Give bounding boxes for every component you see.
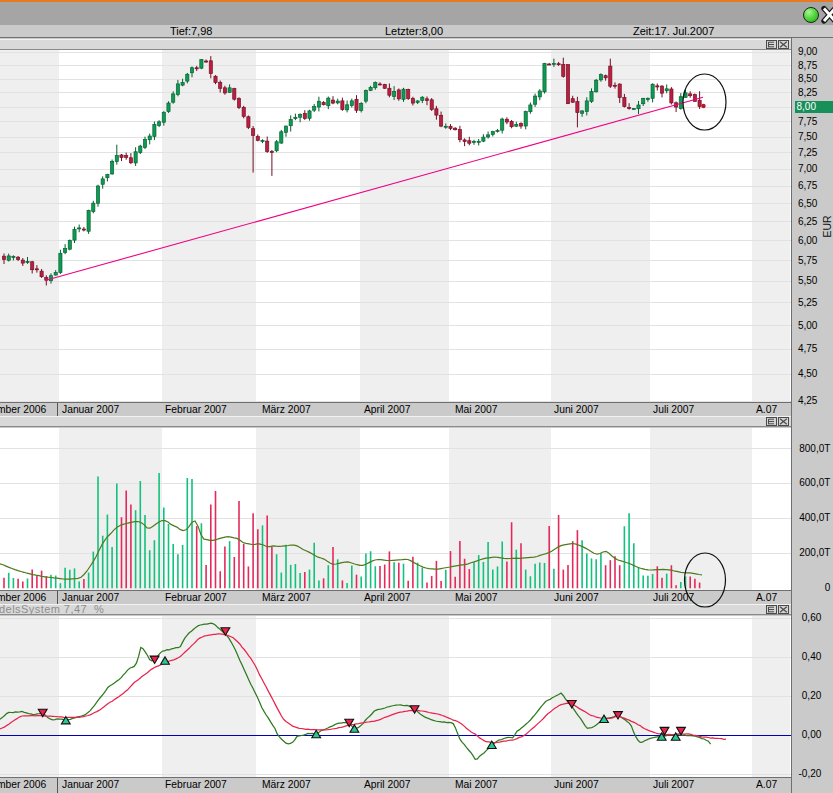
time-axis-label: Juli 2007 (653, 592, 694, 604)
time-axis-label: März 2007 (262, 404, 311, 416)
time-axis-label: Februar 2007 (165, 404, 227, 416)
close-icon (779, 41, 788, 48)
indicator-axis-label: 0,00 (797, 730, 822, 740)
volume-axis-label: 200,0T (797, 548, 831, 558)
price-axis-label: 8,50 (797, 74, 818, 84)
time-axis-label: mber 2006 (0, 779, 46, 791)
time-axis-label: Januar 2007 (62, 779, 119, 791)
price-axis-label: 4,75 (797, 344, 818, 354)
time-axis-label: Mai 2007 (455, 592, 497, 604)
price-axis-label: 8,75 (797, 61, 818, 71)
price-chart-plot[interactable] (0, 50, 791, 402)
price-axis-label: 5,25 (797, 298, 818, 308)
last-price-tag: 8,00 (795, 101, 833, 114)
close-icon (779, 418, 788, 425)
price-axis-label: 7,50 (797, 132, 818, 142)
volume-pane-header (0, 416, 791, 427)
properties-icon (767, 606, 776, 613)
indicator-pane-title: delsSystem 7,47 % (0, 604, 104, 615)
price-axis-label: 5,50 (797, 276, 818, 286)
plot2-svg (0, 428, 791, 590)
status-light-icon (803, 7, 819, 23)
price-axis-label: 7,00 (797, 164, 818, 174)
price-axis-label: 4,50 (797, 369, 818, 379)
indicator-axis-label: -0,20 (797, 769, 822, 779)
price-axis-label: 6,50 (797, 199, 818, 209)
time-axis-label: A.07 (756, 592, 777, 604)
time-axis-label: Juni 2007 (554, 592, 599, 604)
time-axis-label: Januar 2007 (62, 592, 119, 604)
plot3-svg (0, 616, 791, 778)
time-axis-label: Juni 2007 (554, 404, 599, 416)
volume-axis-label: 400,0T (797, 513, 831, 523)
time-axis-label: April 2007 (364, 404, 410, 416)
volume-pane-close-button[interactable] (778, 417, 789, 426)
time-axis-label: April 2007 (364, 779, 410, 791)
price-axis-label: 7,75 (797, 117, 818, 127)
price-axis-unit: EUR (822, 214, 833, 239)
price-axis-label: 8,25 (797, 88, 818, 98)
time-axis-label: April 2007 (364, 592, 410, 604)
price-pane-close-button[interactable] (778, 40, 789, 49)
year-separator (57, 778, 58, 793)
last-price-dot (701, 104, 705, 108)
price-axis-label: 6,25 (797, 217, 818, 227)
time-axis-label: Mai 2007 (455, 779, 497, 791)
volume-axis-label: 600,0T (797, 478, 831, 488)
properties-icon (767, 418, 776, 425)
price-pane-properties-button[interactable] (766, 40, 777, 49)
price-axis-label: 5,75 (797, 256, 818, 266)
quote-info-bar: Tief:7,98 Letzter:8,00 Zeit:17. Jul.2007 (0, 25, 833, 38)
time-axis-label: mber 2006 (0, 404, 46, 416)
price-axis-label: 6,75 (797, 181, 818, 191)
volume-chart-plot[interactable] (0, 428, 791, 590)
price-axis-label: 4,25 (797, 396, 818, 406)
indicator-axis-label: 0,40 (797, 652, 822, 662)
time-axis-label: Juli 2007 (653, 779, 694, 791)
year-separator (57, 403, 58, 416)
price-pane-header (0, 39, 791, 50)
indicator-chart-plot[interactable] (0, 616, 791, 778)
plot1-svg (0, 50, 791, 402)
close-icon (779, 606, 788, 613)
time-axis-label: Juli 2007 (653, 404, 694, 416)
indicator-axis-label: 0,20 (797, 691, 822, 701)
price-axis-label: 9,00 (797, 47, 818, 57)
indicator-axis-label: 0,60 (797, 613, 822, 623)
price-axis-label: 7,25 (797, 148, 818, 158)
time-axis-row-2: mber 2006 Januar 2007 Februar 2007 März 200… (0, 590, 791, 604)
volume-axis-label: 0 (797, 583, 831, 593)
time-axis-label: Juni 2007 (554, 779, 599, 791)
time-axis-label: Februar 2007 (165, 779, 227, 791)
month-bands (59, 428, 752, 590)
sell-signal-marker (150, 656, 159, 663)
indicator-pane-properties-button[interactable] (766, 605, 777, 614)
chart-application-window: {"window":{"accent_top_color":"#e8791e",… (0, 0, 833, 793)
year-separator (57, 591, 58, 604)
time-axis-label: A.07 (756, 779, 777, 791)
time-axis-label: mber 2006 (0, 592, 46, 604)
window-close-icon[interactable] (821, 5, 833, 24)
time-axis-label: März 2007 (262, 779, 311, 791)
time-axis-label: Januar 2007 (62, 404, 119, 416)
time-axis-label: März 2007 (262, 592, 311, 604)
properties-icon (767, 41, 776, 48)
time-axis-row-1: mber 2006 Januar 2007 Februar 2007 März 200… (0, 402, 791, 416)
volume-axis-label: 800,0T (797, 444, 831, 454)
volume-pane-properties-button[interactable] (766, 417, 777, 426)
price-axis-label: 6,00 (797, 236, 818, 246)
value-axis-gutter: EUR 8,00 9,008,758,508,258,007,757,507,2… (791, 38, 833, 793)
time-axis-row-3: mber 2006 Januar 2007 Februar 2007 März 200… (0, 777, 791, 793)
time-axis-label: Mai 2007 (455, 404, 497, 416)
indicator-pane-close-button[interactable] (778, 605, 789, 614)
indicator-pane-header: delsSystem 7,47 % (0, 604, 791, 615)
window-titlebar[interactable] (0, 0, 833, 25)
info-field-low: Tief:7,98 (170, 25, 212, 37)
time-axis-label: A.07 (756, 404, 777, 416)
price-axis-label: 5,00 (797, 321, 818, 331)
time-axis-label: Februar 2007 (165, 592, 227, 604)
info-field-last: Letzter:8,00 (385, 25, 443, 37)
info-field-time: Zeit:17. Jul.2007 (633, 25, 714, 37)
